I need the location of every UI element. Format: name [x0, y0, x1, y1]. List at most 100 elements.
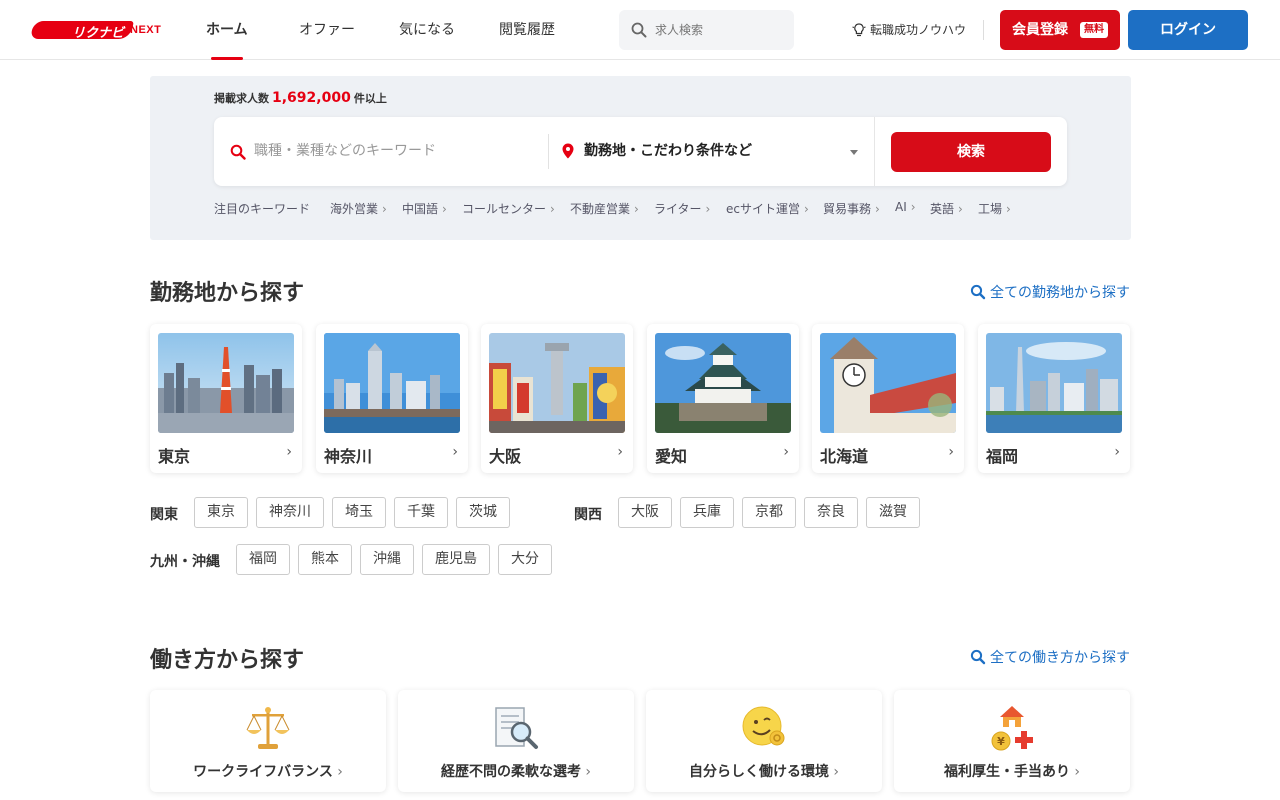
tab-history-label: 閲覧履歴 [499, 22, 555, 38]
balance-scale-icon [246, 707, 290, 749]
search-form: 職種・業種などのキーワード 勤務地・こだわり条件など 検索 [214, 117, 1067, 186]
search-icon [631, 22, 647, 38]
workstyle-card-benefits[interactable]: ¥ 福利厚生・手当あり [894, 690, 1130, 792]
workstyle-label: 経歴不問の柔軟な選考 [398, 761, 634, 781]
area-name: 福岡 [986, 447, 1019, 466]
trending-keyword[interactable]: 中国語 [402, 200, 447, 217]
login-button[interactable]: ログイン [1128, 10, 1248, 50]
fukuoka-photo [986, 333, 1122, 433]
pref-button[interactable]: 京都 [742, 497, 796, 528]
area-card-fukuoka[interactable]: 福岡 › [978, 324, 1130, 473]
search-icon [230, 144, 246, 160]
pref-button[interactable]: 奈良 [804, 497, 858, 528]
workstyle-card-balance[interactable]: ワークライフバランス [150, 690, 386, 792]
header-search[interactable] [619, 10, 794, 50]
trending-keyword[interactable]: 不動産営業 [570, 200, 639, 217]
active-tab-indicator [210, 57, 243, 60]
trending-keyword[interactable]: 工場 [978, 200, 1011, 217]
tab-favorites[interactable]: 気になる [399, 0, 455, 60]
logo-sub-text: NEXT [130, 24, 162, 36]
job-count-value: 1,692,000 [272, 90, 351, 106]
pref-button[interactable]: 大分 [498, 544, 552, 575]
site-header: リクナビ NEXT ホーム オファー 気になる 閲覧履歴 転職成功ノウハウ 会員… [0, 0, 1280, 60]
tab-favorites-label: 気になる [399, 22, 455, 38]
all-workstyles-link[interactable]: 全ての働き方から探す [970, 647, 1130, 667]
area-name: 神奈川 [324, 447, 373, 466]
all-workstyles-label: 全ての働き方から探す [990, 650, 1130, 666]
lightbulb-icon [852, 23, 866, 37]
job-count: 掲載求人数 1,692,000 件以上 [214, 90, 387, 106]
chevron-right-icon: › [452, 444, 458, 460]
pref-button[interactable]: 沖縄 [360, 544, 414, 575]
hokkaido-photo [820, 333, 956, 433]
pref-button[interactable]: 東京 [194, 497, 248, 528]
tab-offer[interactable]: オファー [299, 0, 355, 60]
register-label: 会員登録 [1012, 22, 1068, 38]
search-button[interactable]: 検索 [891, 132, 1051, 172]
area-name: 東京 [158, 447, 191, 466]
trending-keyword[interactable]: ライター [654, 200, 710, 217]
tab-home[interactable]: ホーム [206, 0, 248, 60]
area-card-osaka[interactable]: 大阪 › [481, 324, 633, 473]
area-card-kanagawa[interactable]: 神奈川 › [316, 324, 468, 473]
area-name: 愛知 [655, 447, 688, 466]
pref-button[interactable]: 熊本 [298, 544, 352, 575]
trending-keyword[interactable]: ecサイト運営 [726, 200, 809, 217]
area-card-aichi[interactable]: 愛知 › [647, 324, 799, 473]
header-search-input[interactable] [655, 10, 785, 50]
aichi-photo [655, 333, 791, 433]
chevron-right-icon: › [286, 444, 292, 460]
pref-button[interactable]: 茨城 [456, 497, 510, 528]
pref-button[interactable]: 滋賀 [866, 497, 920, 528]
area-card-hokkaido[interactable]: 北海道 › [812, 324, 964, 473]
chevron-right-icon: › [948, 444, 954, 460]
free-badge: 無料 [1080, 22, 1108, 38]
pref-button[interactable]: 福岡 [236, 544, 290, 575]
area-name: 大阪 [489, 447, 522, 466]
keyword-placeholder: 職種・業種などのキーワード [254, 143, 436, 159]
workstyle-label: ワークライフバランス [150, 761, 386, 781]
all-locations-label: 全ての勤務地から探す [990, 285, 1130, 301]
trending-keyword[interactable]: 海外営業 [330, 200, 387, 217]
location-label: 勤務地・こだわり条件など [584, 143, 752, 159]
chevron-right-icon: › [783, 444, 789, 460]
pref-button[interactable]: 大阪 [618, 497, 672, 528]
register-button[interactable]: 会員登録 無料 [1000, 10, 1120, 50]
keyword-input[interactable]: 職種・業種などのキーワード [230, 117, 436, 186]
region-label-kyushu: 九州・沖縄 [150, 554, 220, 570]
search-panel: 掲載求人数 1,692,000 件以上 職種・業種などのキーワード 勤務地・こだわり… [150, 76, 1131, 240]
all-locations-link[interactable]: 全ての勤務地から探す [970, 282, 1130, 302]
tab-home-label: ホーム [206, 22, 248, 38]
pref-button[interactable]: 埼玉 [332, 497, 386, 528]
tab-history[interactable]: 閲覧履歴 [499, 0, 555, 60]
trending-keyword[interactable]: 貿易事務 [823, 200, 880, 217]
pref-button[interactable]: 鹿児島 [422, 544, 490, 575]
header-divider [983, 20, 984, 40]
logo-main-text: リクナビ [72, 26, 125, 41]
chevron-right-icon: › [617, 444, 623, 460]
search-icon [970, 649, 986, 665]
workstyle-card-self[interactable]: 自分らしく働ける環境 [646, 690, 882, 792]
pref-button[interactable]: 神奈川 [256, 497, 324, 528]
trending-keyword[interactable]: 英語 [930, 200, 963, 217]
trending-keyword[interactable]: コールセンター [462, 200, 555, 217]
logo[interactable]: リクナビ NEXT [30, 18, 164, 44]
location-select[interactable]: 勤務地・こだわり条件など [562, 117, 858, 186]
pref-button[interactable]: 千葉 [394, 497, 448, 528]
career-tips-link[interactable]: 転職成功ノウハウ [852, 20, 966, 40]
search-separator [548, 134, 549, 169]
workstyle-label: 自分らしく働ける環境 [646, 761, 882, 781]
workstyle-card-flexible[interactable]: 経歴不問の柔軟な選考 [398, 690, 634, 792]
tokyo-photo [158, 333, 294, 433]
search-separator [874, 117, 875, 186]
house-yen-cross-icon: ¥ [991, 706, 1033, 751]
pref-button[interactable]: 兵庫 [680, 497, 734, 528]
kanagawa-photo [324, 333, 460, 433]
area-name: 北海道 [820, 447, 869, 466]
osaka-photo [489, 333, 625, 433]
tab-offer-label: オファー [299, 22, 355, 38]
career-tips-label: 転職成功ノウハウ [870, 23, 967, 37]
trending-keyword[interactable]: AI [895, 200, 916, 214]
area-card-tokyo[interactable]: 東京 › [150, 324, 302, 473]
chevron-right-icon: › [1114, 444, 1120, 460]
